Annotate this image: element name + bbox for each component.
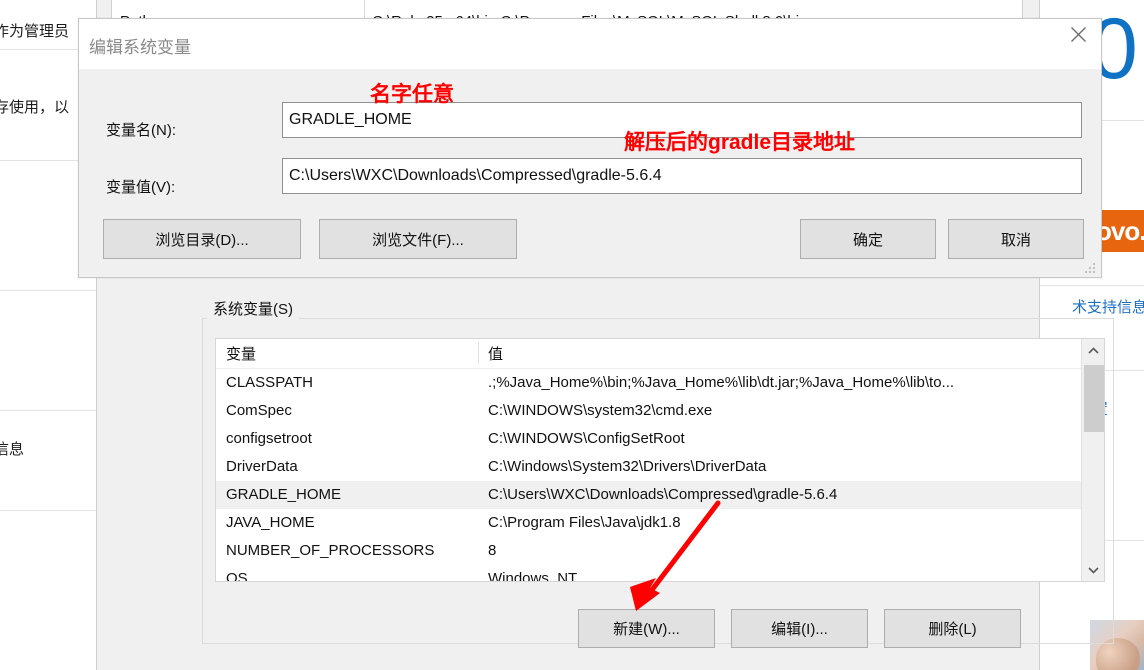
cell-variable-name: ComSpec [226, 402, 292, 419]
background-text-usage: 存使用，以 [0, 99, 70, 116]
table-row[interactable]: ComSpec C:\WINDOWS\system32\cmd.exe [216, 397, 1104, 425]
column-separator[interactable] [478, 342, 479, 364]
lenovo-logo-text: ovo. [1096, 215, 1144, 246]
cell-variable-value: Windows_NT [488, 570, 578, 582]
close-icon[interactable] [1055, 19, 1101, 49]
variable-value-input[interactable]: C:\Users\WXC\Downloads\Compressed\gradle… [282, 158, 1082, 194]
chevron-up-icon[interactable] [1082, 339, 1104, 362]
scrollbar-thumb[interactable] [1084, 365, 1104, 432]
user-var-value-onedrive: C:\Users\WXC\OneDrive [372, 0, 537, 4]
table-header: 变量 值 [216, 339, 1104, 369]
system-variables-group-title: 系统变量(S) [207, 298, 299, 319]
dialog-title: 编辑系统变量 [89, 38, 191, 57]
chevron-down-icon[interactable] [1082, 558, 1104, 581]
browse-directory-button[interactable]: 浏览目录(D)... [103, 219, 301, 259]
cell-variable-value: C:\WINDOWS\ConfigSetRoot [488, 430, 685, 447]
table-row[interactable]: CLASSPATH .;%Java_Home%\bin;%Java_Home%\… [216, 369, 1104, 397]
cell-variable-name: OS [226, 570, 248, 582]
annotation-red-arrow [630, 500, 721, 611]
delete-variable-button[interactable]: 删除(L) [884, 609, 1021, 648]
cell-variable-name: GRADLE_HOME [226, 486, 342, 503]
background-text-info: 信息 [0, 441, 25, 458]
cell-variable-name: CLASSPATH [226, 374, 313, 391]
background-divider [0, 410, 96, 411]
cell-variable-value: C:\WINDOWS\system32\cmd.exe [488, 402, 713, 419]
variable-name-label: 变量名(N): [106, 122, 176, 139]
cell-variable-name: DriverData [226, 458, 298, 475]
annotation-name-hint: 名字任意 [370, 83, 454, 106]
column-header-variable[interactable]: 变量 [226, 343, 256, 364]
background-text-admin: 作为管理员 [0, 23, 70, 40]
cell-variable-value: .;%Java_Home%\bin;%Java_Home%\lib\dt.jar… [488, 374, 955, 391]
annotation-path-hint: 解压后的gradle目录地址 [624, 131, 856, 154]
dialog-title-bar[interactable]: 编辑系统变量 [79, 19, 1101, 69]
resize-grip-icon[interactable] [1085, 262, 1097, 274]
cell-variable-name: configsetroot [226, 430, 312, 447]
background-divider [0, 290, 96, 291]
variable-value-label: 变量值(V): [106, 179, 176, 196]
table-vertical-scrollbar[interactable] [1081, 339, 1104, 581]
browse-file-button[interactable]: 浏览文件(F)... [319, 219, 517, 259]
column-header-value[interactable]: 值 [488, 343, 503, 364]
cell-variable-value: C:\Windows\System32\Drivers\DriverData [488, 458, 767, 475]
edit-system-variable-dialog: 编辑系统变量 变量名(N): GRADLE_HOME 变量值(V): C:\Us… [78, 18, 1102, 278]
background-divider [1040, 285, 1144, 286]
cell-variable-name: JAVA_HOME [226, 514, 315, 531]
table-row[interactable]: DriverData C:\Windows\System32\Drivers\D… [216, 453, 1104, 481]
cell-variable-value: 8 [488, 542, 497, 559]
ok-button[interactable]: 确定 [800, 219, 936, 259]
background-link-support[interactable]: 术支持信息 [1072, 296, 1144, 317]
background-divider [0, 510, 96, 511]
cancel-button[interactable]: 取消 [948, 219, 1084, 259]
table-row[interactable]: configsetroot C:\WINDOWS\ConfigSetRoot [216, 425, 1104, 453]
cell-variable-name: NUMBER_OF_PROCESSORS [226, 542, 435, 559]
user-var-name-onedrive: OneDrive [120, 0, 183, 4]
